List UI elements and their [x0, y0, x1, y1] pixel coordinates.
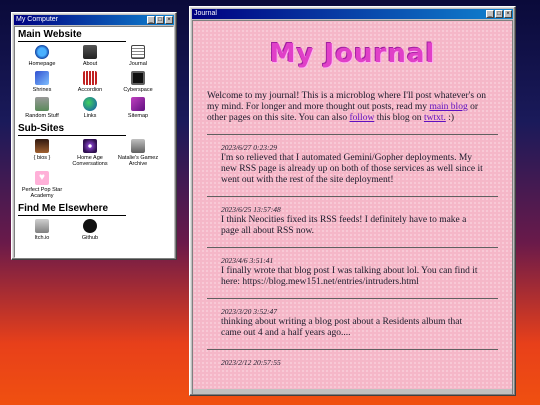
- horizontal-scrollbar[interactable]: [193, 389, 512, 394]
- post-date: 2023/6/25 13:57:48: [221, 205, 281, 214]
- journal-window: Journal _ □ × My Journal Welcome to my j…: [189, 6, 516, 396]
- desktop-item-random-stuff[interactable]: Random Stuff: [18, 97, 66, 119]
- globe-icon: [83, 97, 97, 111]
- desktop-item-natalies-gamez-archive[interactable]: Natalie's Gamez Archive: [114, 139, 162, 167]
- cd-icon: [83, 139, 97, 153]
- desktop-item-shrines[interactable]: Shrines: [18, 71, 66, 93]
- journal-post: 2023/2/12 20:57:55: [193, 350, 512, 368]
- desktop-item-itchio[interactable]: Itch.io: [18, 219, 66, 241]
- desktop-item-about[interactable]: About: [66, 45, 114, 67]
- desktop-item-cyberspace[interactable]: Cyberspace: [114, 71, 162, 93]
- my-computer-titlebar[interactable]: My Computer _ □ ×: [14, 15, 174, 25]
- post-date: 2023/3/20 3:52:47: [221, 307, 278, 316]
- my-computer-title: My Computer: [16, 16, 59, 23]
- desktop-item-links[interactable]: Links: [66, 97, 114, 119]
- trash-icon: [35, 97, 49, 111]
- journal-content[interactable]: My Journal Welcome to my journal! This i…: [192, 20, 513, 395]
- my-computer-window: My Computer _ □ × Main Website Homepage …: [11, 12, 177, 260]
- desktop-item-perfect-pop-star-academy[interactable]: ♥ Perfect Pop Star Academy: [18, 171, 66, 199]
- book-icon: [131, 97, 145, 111]
- monitor-icon: [131, 71, 145, 85]
- joystick-icon: [131, 139, 145, 153]
- my-computer-pane: Main Website Homepage About Journal Shri…: [14, 26, 174, 258]
- desktop-item-journal[interactable]: Journal: [114, 45, 162, 67]
- post-date: 2023/4/6 3:51:41: [221, 256, 274, 265]
- heart-icon: ♥: [35, 171, 49, 185]
- follow-link[interactable]: follow: [350, 113, 375, 123]
- twtxt-link[interactable]: twtxt.: [424, 113, 446, 123]
- journal-post: 2023/3/20 3:52:47 thinking about writing…: [193, 299, 512, 339]
- section-heading-find-me-elsewhere: Find Me Elsewhere: [18, 203, 126, 216]
- desktop-item-home-age-conversations[interactable]: Home Age Conversations: [66, 139, 114, 167]
- maximize-button[interactable]: □: [495, 10, 503, 18]
- maximize-button[interactable]: □: [156, 16, 164, 24]
- shrine-icon: [35, 71, 49, 85]
- github-icon: [83, 219, 97, 233]
- speaker-icon: [83, 45, 97, 59]
- post-text: I think Neocities fixed its RSS feeds! I…: [221, 215, 467, 236]
- close-button[interactable]: ×: [504, 10, 512, 18]
- journal-window-title: Journal: [194, 10, 217, 17]
- bios-icon: [35, 139, 49, 153]
- section-heading-sub-sites: Sub-Sites: [18, 123, 126, 136]
- main-blog-link[interactable]: main blog: [429, 102, 467, 112]
- post-text: thinking about writing a blog post about…: [221, 317, 463, 338]
- close-button[interactable]: ×: [165, 16, 173, 24]
- journal-intro: Welcome to my journal! This is a microbl…: [207, 91, 486, 123]
- desktop-item-accordion[interactable]: Accordion: [66, 71, 114, 93]
- journal-heading: My Journal: [269, 39, 436, 69]
- desktop-item-bios[interactable]: { bios }: [18, 139, 66, 167]
- desktop-item-github[interactable]: Github: [66, 219, 114, 241]
- minimize-button[interactable]: _: [147, 16, 155, 24]
- accordion-icon: [83, 71, 97, 85]
- journal-post: 2023/6/25 13:57:48 I think Neocities fix…: [193, 197, 512, 237]
- notepad-icon: [131, 45, 145, 59]
- post-text: I finally wrote that blog post I was tal…: [221, 266, 478, 287]
- journal-titlebar[interactable]: Journal _ □ ×: [192, 9, 513, 19]
- desktop-item-sitemap[interactable]: Sitemap: [114, 97, 162, 119]
- gamepad-icon: [35, 219, 49, 233]
- section-heading-main-website: Main Website: [18, 29, 126, 42]
- post-date: 2023/6/27 0:23:29: [221, 143, 278, 152]
- journal-post: 2023/4/6 3:51:41 I finally wrote that bl…: [193, 248, 512, 288]
- post-text: I'm so relieved that I automated Gemini/…: [221, 153, 483, 185]
- minimize-button[interactable]: _: [486, 10, 494, 18]
- post-date: 2023/2/12 20:57:55: [221, 358, 281, 367]
- desktop-item-homepage[interactable]: Homepage: [18, 45, 66, 67]
- ie-icon: [35, 45, 49, 59]
- journal-post: 2023/6/27 0:23:29 I'm so relieved that I…: [193, 135, 512, 186]
